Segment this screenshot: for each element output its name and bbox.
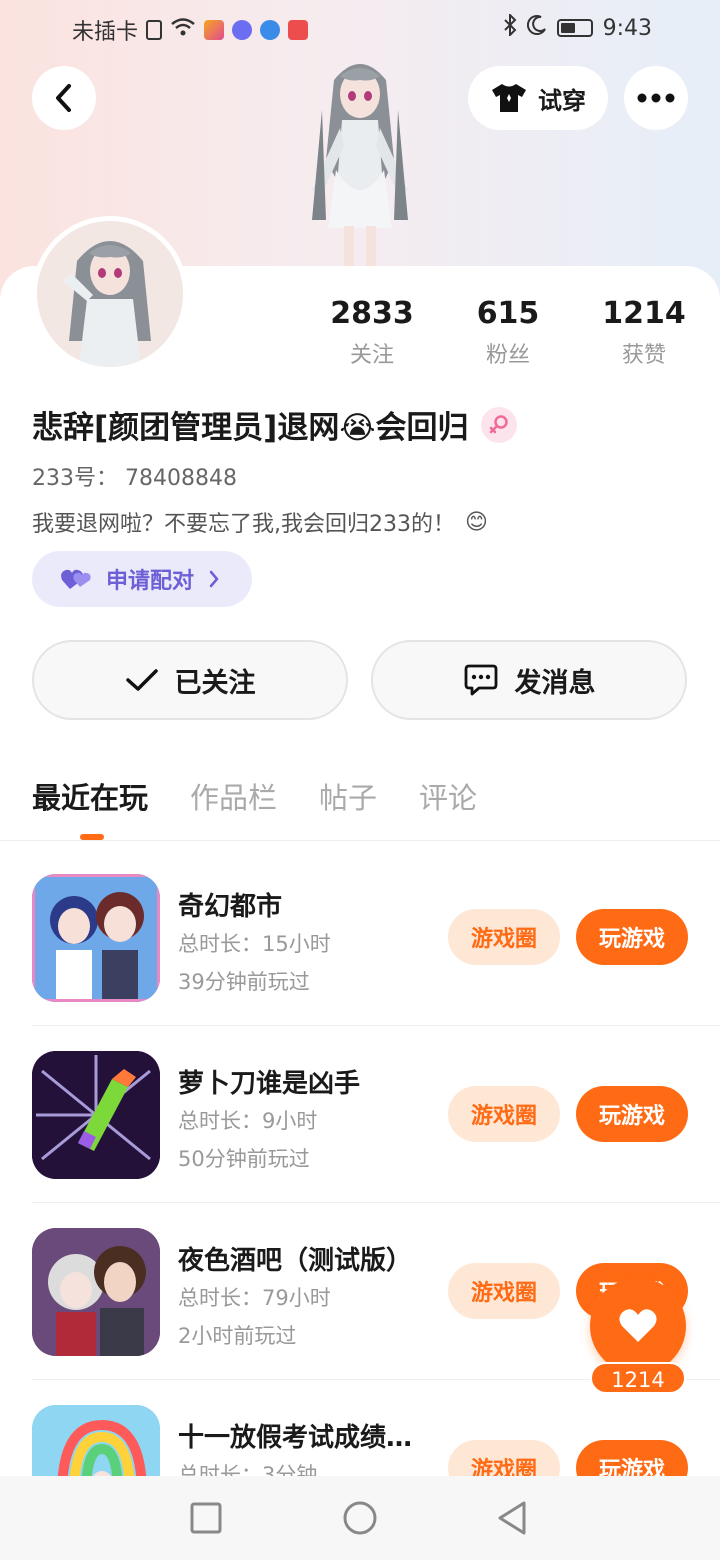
apply-pair-label: 申请配对 xyxy=(106,569,195,594)
profile-bio: 我要退网啦？不要忘了我,我会回归233的！ 😊 xyxy=(32,506,488,538)
send-message-label: 发消息 xyxy=(514,667,596,699)
game-last-played: 39分钟前玩过 xyxy=(178,970,310,994)
system-navigation-bar xyxy=(0,1476,720,1560)
game-duration: 总时长：3分钟 xyxy=(178,1463,318,1476)
moon-icon xyxy=(526,15,547,41)
double-heart-icon xyxy=(61,569,91,589)
music-app-icon xyxy=(232,20,253,40)
game-circle-button[interactable]: 游戏圈 xyxy=(448,909,560,965)
tabs-divider xyxy=(0,840,720,841)
stat-following-value: 2833 xyxy=(330,296,414,331)
stat-following-label: 关注 xyxy=(349,343,394,368)
play-game-button[interactable]: 玩游戏 xyxy=(576,1086,688,1142)
game-list-item[interactable]: 萝卜刀谁是凶手 总时长：9小时 50分钟前玩过 游戏圈 玩游戏 xyxy=(0,1049,720,1225)
app-notification-icon xyxy=(204,20,225,40)
profile-avatar[interactable] xyxy=(32,216,188,372)
list-divider xyxy=(32,1202,720,1203)
game-title: 奇幻都市 xyxy=(178,892,283,922)
wifi-icon xyxy=(170,17,196,43)
tab-works[interactable]: 作品栏 xyxy=(190,775,277,817)
profile-nickname: 悲辞[颜团管理员]退网😭会回归 xyxy=(32,410,469,446)
back-button[interactable] xyxy=(32,66,96,130)
check-icon xyxy=(125,669,158,691)
game-title: 十一放假考试成绩… xyxy=(178,1423,413,1453)
game-title: 夜色酒吧（测试版） xyxy=(178,1246,413,1276)
game-circle-button[interactable]: 游戏圈 xyxy=(448,1440,560,1476)
stat-fans[interactable]: 615 粉丝 xyxy=(438,296,578,369)
avatar-image xyxy=(37,221,183,367)
game-duration: 总时长：9小时 xyxy=(178,1109,318,1133)
profile-tabs: 最近在玩 作品栏 帖子 评论 xyxy=(32,775,477,817)
profile-nickname-row: 悲辞[颜团管理员]退网😭会回归 xyxy=(32,402,517,447)
game-duration: 总时长：15小时 xyxy=(178,932,331,956)
stat-likes-label: 获赞 xyxy=(621,343,666,368)
tab-posts[interactable]: 帖子 xyxy=(319,775,377,817)
game-icon xyxy=(32,1405,160,1476)
game-circle-button[interactable]: 游戏圈 xyxy=(448,1263,560,1319)
more-button[interactable] xyxy=(624,66,688,130)
tshirt-icon xyxy=(492,84,526,112)
game-last-played: 50分钟前玩过 xyxy=(178,1147,310,1171)
game-last-played: 2小时前玩过 xyxy=(178,1324,297,1348)
recent-apps-icon[interactable] xyxy=(190,1502,222,1534)
chevron-left-icon xyxy=(56,84,71,112)
back-nav-icon[interactable] xyxy=(496,1500,528,1536)
more-dots-icon xyxy=(637,93,675,103)
browser-app-icon xyxy=(260,20,281,40)
chat-bubble-icon xyxy=(464,664,497,696)
stat-fans-value: 615 xyxy=(476,296,540,331)
sim-alert-icon xyxy=(146,20,163,40)
game-list-item[interactable]: 奇幻都市 总时长：15小时 39分钟前玩过 游戏圈 玩游戏 xyxy=(0,872,720,1048)
list-divider xyxy=(32,1025,720,1026)
stat-fans-label: 粉丝 xyxy=(485,343,530,368)
heart-icon xyxy=(619,1309,657,1342)
tab-recently-played[interactable]: 最近在玩 xyxy=(32,775,148,817)
followed-button[interactable]: 已关注 xyxy=(32,640,348,720)
like-floating-button[interactable] xyxy=(590,1278,686,1374)
home-icon[interactable] xyxy=(342,1500,378,1536)
like-count-badge: 1214 xyxy=(590,1362,686,1394)
character-3d-avatar-image xyxy=(312,64,408,270)
game-icon xyxy=(32,1228,160,1356)
play-game-button[interactable]: 玩游戏 xyxy=(576,1440,688,1476)
stat-likes[interactable]: 1214 获赞 xyxy=(574,296,714,369)
game-title: 萝卜刀谁是凶手 xyxy=(178,1069,361,1099)
try-on-button[interactable]: 试穿 xyxy=(468,66,608,130)
apply-pair-button[interactable]: 申请配对 xyxy=(32,551,252,607)
game-list-item[interactable]: 十一放假考试成绩… 总时长：3分钟 游戏圈 玩游戏 xyxy=(0,1403,720,1476)
send-message-button[interactable]: 发消息 xyxy=(371,640,687,720)
bluetooth-icon xyxy=(503,12,517,42)
app-badge-icon xyxy=(288,20,309,40)
game-icon xyxy=(32,874,160,1002)
game-icon xyxy=(32,1051,160,1179)
smile-emoji-icon: 😊 xyxy=(465,509,488,535)
stat-following[interactable]: 2833 关注 xyxy=(302,296,442,369)
clock-time: 9:43 xyxy=(602,15,652,41)
try-on-label: 试穿 xyxy=(538,86,586,115)
tab-comments[interactable]: 评论 xyxy=(419,775,477,817)
battery-icon xyxy=(556,19,593,37)
stat-likes-value: 1214 xyxy=(602,296,686,331)
profile-id: 233号： 78408848 xyxy=(32,466,237,491)
game-duration: 总时长：79小时 xyxy=(178,1286,331,1310)
game-circle-button[interactable]: 游戏圈 xyxy=(448,1086,560,1142)
play-game-button[interactable]: 玩游戏 xyxy=(576,909,688,965)
female-gender-icon xyxy=(480,406,517,443)
carrier-text: 未插卡 xyxy=(72,20,139,45)
chevron-right-icon xyxy=(209,570,219,588)
status-bar: 未插卡 9:43 xyxy=(0,0,720,56)
followed-label: 已关注 xyxy=(174,667,256,699)
profile-bio-text: 我要退网啦？不要忘了我,我会回归233的！ xyxy=(32,512,455,537)
